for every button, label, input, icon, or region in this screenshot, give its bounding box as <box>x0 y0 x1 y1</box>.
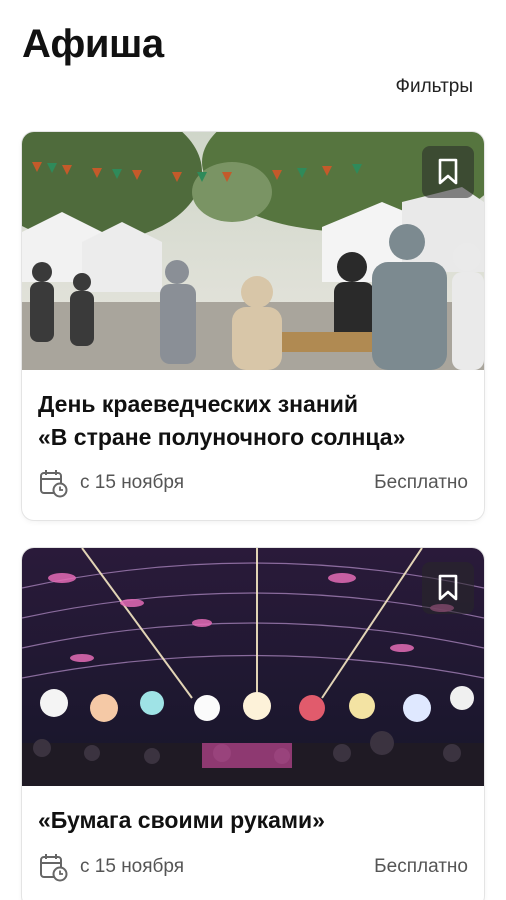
event-price: Бесплатно <box>374 856 468 877</box>
event-image <box>22 548 484 786</box>
afisha-screen: Афиша Фильтры День краеведческих знаний … <box>0 0 506 900</box>
event-title-line: «В стране полуночного солнца» <box>38 424 406 451</box>
event-card[interactable]: День краеведческих знаний «В стране полу… <box>22 132 484 520</box>
bookmark-button[interactable] <box>422 146 474 198</box>
event-date: с 15 ноября <box>80 856 185 877</box>
event-meta: с 15 ноября Бесплатно <box>38 852 468 882</box>
bookmark-icon <box>438 158 458 185</box>
filters-button[interactable]: Фильтры <box>396 76 473 98</box>
event-title: День краеведческих знаний «В стране полу… <box>38 388 468 455</box>
page-title: Афиша <box>22 22 164 66</box>
calendar-clock-icon <box>40 854 68 882</box>
event-meta: с 15 ноября Бесплатно <box>38 468 468 498</box>
event-date: с 15 ноября <box>80 472 185 493</box>
event-title-line: День краеведческих знаний <box>38 391 359 417</box>
event-title-line: «Бумага своими руками» <box>38 807 325 833</box>
event-card[interactable]: «Бумага своими руками» с 15 ноября Беспл… <box>22 548 484 900</box>
bookmark-icon <box>438 574 458 601</box>
event-price: Бесплатно <box>374 472 468 493</box>
calendar-clock-icon <box>40 470 68 498</box>
bookmark-button[interactable] <box>422 562 474 614</box>
event-image <box>22 132 484 370</box>
event-title: «Бумага своими руками» <box>38 804 468 837</box>
